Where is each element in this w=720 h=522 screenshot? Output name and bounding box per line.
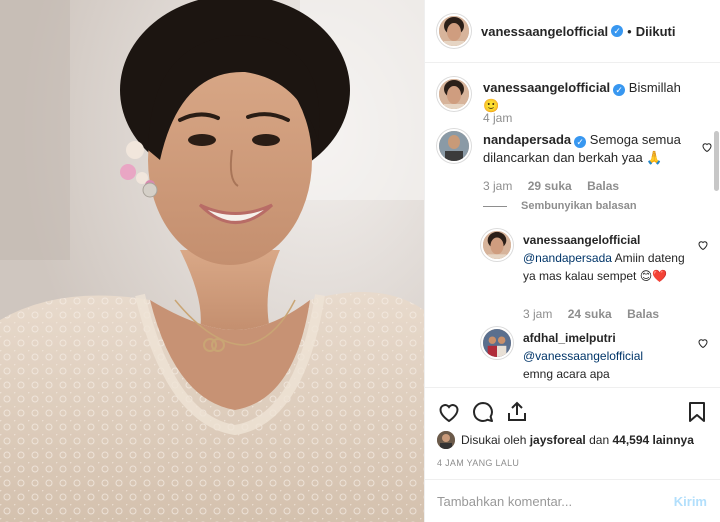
hide-replies-button[interactable]: Sembunyikan balasan	[483, 200, 637, 212]
add-comment-bar: Kirim	[425, 479, 720, 522]
comment-bubble-icon[interactable]	[471, 400, 495, 424]
reply-text: emng acara apa	[523, 367, 610, 381]
post-photo[interactable]	[0, 0, 424, 522]
divider-line	[483, 205, 507, 207]
post-timestamp[interactable]: 4 JAM YANG LALU	[437, 458, 519, 468]
hide-replies-label: Sembunyikan balasan	[521, 200, 637, 212]
comments-list[interactable]: vanessaangelofficial ✓ Bismillah 🙂 4 jam …	[425, 63, 720, 387]
reply: vanessaangelofficial @nandapersada Amiin…	[481, 229, 709, 321]
comment-body: nandapersada ✓ Semoga semua dilancarkan d…	[483, 131, 687, 167]
post-actions: Disukai oleh jaysforeal dan 44,594 lainn…	[425, 387, 720, 479]
comment: nandapersada ✓ Semoga semua dilancarkan d…	[437, 129, 713, 199]
reply-like-count[interactable]: 24 suka	[568, 307, 612, 321]
like-reply-heart-icon[interactable]	[697, 239, 709, 251]
caption: vanessaangelofficial ✓ Bismillah 🙂 4 jam	[437, 77, 713, 127]
reply-body: vanessaangelofficial @nandapersada Amiin…	[523, 231, 689, 285]
reply-time[interactable]: 3 jam	[523, 307, 552, 321]
instagram-post: vanessaangelofficial ✓ • Diikuti vanessa…	[0, 0, 720, 522]
reply-button[interactable]: Balas	[587, 179, 619, 193]
comment-username[interactable]: nandapersada	[483, 132, 571, 147]
header-separator: •	[627, 23, 632, 39]
likes-prefix: Disukai oleh	[461, 433, 527, 447]
reply-username[interactable]: afdhal_imelputri	[523, 331, 616, 345]
liker-username[interactable]: jaysforeal	[530, 433, 586, 447]
verified-badge-icon: ✓	[611, 25, 624, 37]
like-comment-heart-icon[interactable]	[701, 141, 713, 153]
verified-badge-icon: ✓	[613, 84, 626, 96]
post-header: vanessaangelofficial ✓ • Diikuti	[425, 0, 720, 63]
reply-mention[interactable]: @nandapersada	[523, 251, 612, 265]
reply-body: afdhal_imelputri @vanessaangelofficial e…	[523, 329, 689, 383]
author-username[interactable]: vanessaangelofficial	[481, 24, 608, 39]
reply-mention[interactable]: @vanessaangelofficial	[523, 349, 643, 363]
comment-time[interactable]: 3 jam	[483, 179, 512, 193]
comment-meta: 3 jam 29 suka Balas	[483, 179, 631, 193]
liker-avatar[interactable]	[437, 431, 455, 449]
following-button[interactable]: Diikuti	[636, 24, 676, 39]
reply-avatar[interactable]	[481, 229, 513, 261]
comment-input[interactable]	[425, 493, 674, 509]
portrait-illustration	[0, 0, 424, 522]
likes-summary: Disukai oleh jaysforeal dan 44,594 lainn…	[437, 431, 694, 449]
likes-count[interactable]: 44,594 lainnya	[612, 433, 693, 447]
reply-avatar[interactable]	[481, 327, 513, 359]
post-side-panel: vanessaangelofficial ✓ • Diikuti vanessa…	[424, 0, 720, 522]
caption-body: vanessaangelofficial ✓ Bismillah 🙂	[483, 79, 687, 115]
post-comment-button[interactable]: Kirim	[674, 494, 707, 509]
bookmark-icon[interactable]	[685, 400, 709, 424]
caption-avatar[interactable]	[437, 77, 471, 111]
verified-badge-icon: ✓	[574, 136, 587, 148]
reply-username[interactable]: vanessaangelofficial	[523, 233, 640, 247]
reply-meta: 3 jam 24 suka Balas	[523, 307, 671, 321]
comments-scrollbar[interactable]	[714, 131, 719, 191]
comment-avatar[interactable]	[437, 129, 471, 163]
like-reply-heart-icon[interactable]	[697, 337, 709, 349]
reply-button[interactable]: Balas	[627, 307, 659, 321]
caption-username[interactable]: vanessaangelofficial	[483, 80, 610, 95]
author-avatar[interactable]	[437, 14, 471, 48]
share-upload-icon[interactable]	[505, 400, 529, 424]
comment-like-count[interactable]: 29 suka	[528, 179, 572, 193]
reply: afdhal_imelputri @vanessaangelofficial e…	[481, 327, 709, 387]
caption-time[interactable]: 4 jam	[483, 111, 512, 125]
likes-middle: dan	[589, 433, 610, 447]
caption-meta: 4 jam	[483, 111, 524, 125]
like-heart-icon[interactable]	[437, 400, 461, 424]
